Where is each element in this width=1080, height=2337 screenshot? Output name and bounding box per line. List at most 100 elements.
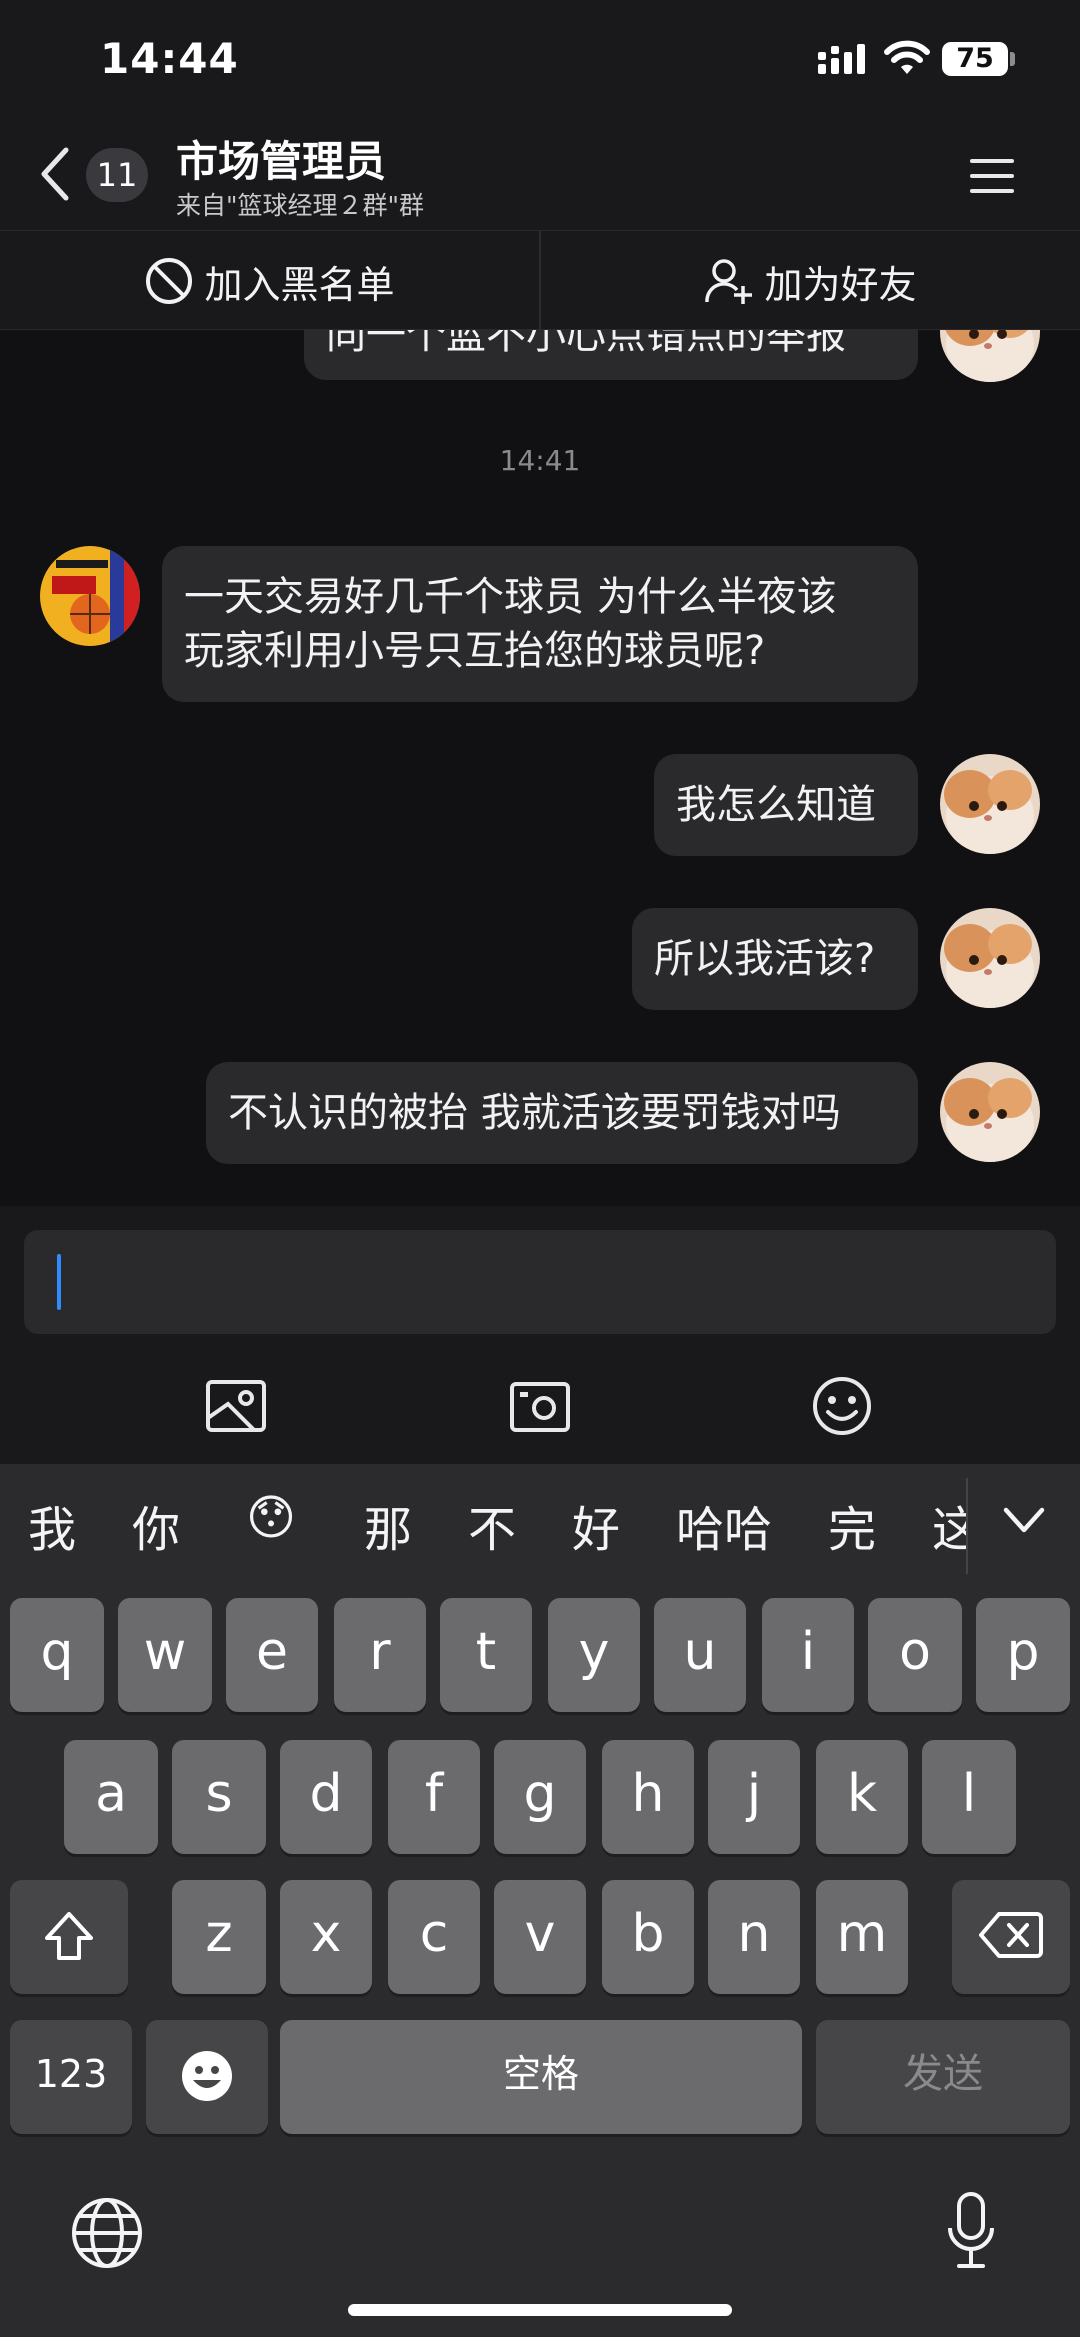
backspace-icon: [979, 1912, 1043, 1958]
message-text-line: 玩家利用小号只互抬您的球员呢?: [184, 628, 766, 674]
message-bubble-outgoing[interactable]: 我怎么知道: [654, 754, 918, 856]
camera-icon[interactable]: [508, 1374, 572, 1438]
message-list[interactable]: 同一个蓝不小心点错点的举报 14:41 一天交易好几千个球员 为什么半夜该 玩家…: [0, 330, 1080, 1206]
key-g[interactable]: g: [494, 1740, 586, 1854]
avatar-self[interactable]: [940, 1062, 1040, 1162]
candidate-word[interactable]: 我: [28, 1490, 76, 1560]
message-input[interactable]: [24, 1230, 1056, 1334]
key-c[interactable]: c: [388, 1880, 480, 1994]
status-time: 14:44: [100, 34, 239, 83]
avatar-self[interactable]: [940, 908, 1040, 1008]
shift-key[interactable]: [10, 1880, 128, 1994]
candidate-word[interactable]: 不: [468, 1490, 516, 1560]
signal-icon: [818, 44, 865, 74]
emoji-icon[interactable]: [810, 1374, 874, 1438]
key-z[interactable]: z: [172, 1880, 266, 1994]
chat-subtitle: 来自"篮球经理２群"群: [176, 191, 424, 220]
block-button[interactable]: 加入黑名单: [0, 231, 539, 331]
key-s[interactable]: s: [172, 1740, 266, 1854]
key-p[interactable]: p: [976, 1598, 1070, 1712]
key-u[interactable]: u: [654, 1598, 746, 1712]
key-n[interactable]: n: [708, 1880, 800, 1994]
key-v[interactable]: v: [494, 1880, 586, 1994]
chevron-down-icon[interactable]: [1000, 1500, 1048, 1540]
microphone-icon[interactable]: [946, 2192, 996, 2272]
avatar-self[interactable]: [940, 754, 1040, 854]
avatar-sender[interactable]: [40, 546, 140, 646]
candidate-word[interactable]: 你: [132, 1490, 180, 1560]
cat-avatar-icon: [940, 754, 1040, 854]
battery-level: 75: [956, 43, 994, 74]
candidate-emoji[interactable]: 😯: [246, 1490, 296, 1546]
message-bubble-partial[interactable]: 同一个蓝不小心点错点的举报: [304, 330, 918, 380]
wifi-icon: [884, 40, 930, 74]
key-h[interactable]: h: [602, 1740, 694, 1854]
status-bar: 14:44 75: [0, 0, 1080, 120]
numbers-key[interactable]: 123: [10, 2020, 132, 2134]
battery-indicator: 75: [942, 42, 1008, 76]
add-user-icon: [705, 259, 753, 304]
emoji-key[interactable]: [146, 2020, 268, 2134]
manager-logo-icon: [40, 546, 140, 646]
shift-icon: [45, 1912, 93, 1960]
block-label: 加入黑名单: [204, 262, 395, 307]
candidate-word[interactable]: 完: [828, 1490, 876, 1560]
key-r[interactable]: r: [334, 1598, 426, 1712]
delete-key[interactable]: [952, 1880, 1070, 1994]
candidate-word[interactable]: 好: [572, 1490, 620, 1560]
image-icon[interactable]: [204, 1374, 268, 1438]
hamburger-menu-icon[interactable]: [968, 156, 1016, 196]
key-i[interactable]: i: [762, 1598, 854, 1712]
chat-title: 市场管理员: [176, 137, 387, 186]
message-text: 不认识的被抬 我就活该要罚钱对吗: [228, 1090, 841, 1136]
candidate-word[interactable]: 这: [932, 1490, 966, 1560]
message-text: 同一个蓝不小心点错点的举报: [326, 330, 846, 358]
key-f[interactable]: f: [388, 1740, 480, 1854]
text-caret: [57, 1254, 61, 1310]
candidate-bar: 我 你 😯 那 不 好 哈哈 完 这: [0, 1464, 1080, 1588]
cat-avatar-icon: [940, 330, 1040, 382]
chat-header: 11 市场管理员 来自"篮球经理２群"群: [0, 120, 1080, 230]
add-friend-label: 加为好友: [764, 262, 917, 307]
send-key[interactable]: 发送: [816, 2020, 1070, 2134]
message-bubble-incoming[interactable]: 一天交易好几千个球员 为什么半夜该 玩家利用小号只互抬您的球员呢?: [162, 546, 918, 702]
key-k[interactable]: k: [816, 1740, 908, 1854]
key-w[interactable]: w: [118, 1598, 212, 1712]
cat-avatar-icon: [940, 908, 1040, 1008]
add-friend-button[interactable]: 加为好友: [541, 231, 1080, 331]
globe-icon[interactable]: [70, 2196, 144, 2270]
message-timestamp: 14:41: [499, 444, 581, 477]
battery-tip: [1010, 52, 1015, 66]
key-x[interactable]: x: [280, 1880, 372, 1994]
keyboard: 我 你 😯 那 不 好 哈哈 完 这 q w e r t y u i o p a…: [0, 1464, 1080, 2337]
key-a[interactable]: a: [64, 1740, 158, 1854]
chevron-left-icon[interactable]: [36, 146, 76, 202]
home-indicator[interactable]: [348, 2304, 732, 2316]
unread-count-badge[interactable]: 11: [86, 148, 148, 202]
candidate-word[interactable]: 那: [364, 1490, 412, 1560]
key-j[interactable]: j: [708, 1740, 800, 1854]
message-bubble-outgoing[interactable]: 不认识的被抬 我就活该要罚钱对吗: [206, 1062, 918, 1164]
key-t[interactable]: t: [440, 1598, 532, 1712]
candidate-word[interactable]: 哈哈: [676, 1490, 772, 1560]
key-l[interactable]: l: [922, 1740, 1016, 1854]
key-o[interactable]: o: [868, 1598, 962, 1712]
message-text-line: 一天交易好几千个球员 为什么半夜该: [184, 574, 837, 620]
candidate-divider: [966, 1478, 968, 1574]
key-d[interactable]: d: [280, 1740, 372, 1854]
key-e[interactable]: e: [226, 1598, 318, 1712]
action-bar: 加入黑名单 加为好友: [0, 230, 1080, 331]
block-icon: [146, 258, 193, 304]
space-key[interactable]: 空格: [280, 2020, 802, 2134]
cat-avatar-icon: [940, 1062, 1040, 1162]
key-m[interactable]: m: [816, 1880, 908, 1994]
composer: [0, 1206, 1080, 1464]
key-y[interactable]: y: [548, 1598, 640, 1712]
avatar-self[interactable]: [940, 330, 1040, 382]
message-text: 所以我活该?: [654, 936, 876, 982]
message-text: 我怎么知道: [676, 782, 876, 828]
message-bubble-outgoing[interactable]: 所以我活该?: [632, 908, 918, 1010]
key-q[interactable]: q: [10, 1598, 104, 1712]
key-b[interactable]: b: [602, 1880, 694, 1994]
emoji-key-icon: [182, 2051, 232, 2101]
